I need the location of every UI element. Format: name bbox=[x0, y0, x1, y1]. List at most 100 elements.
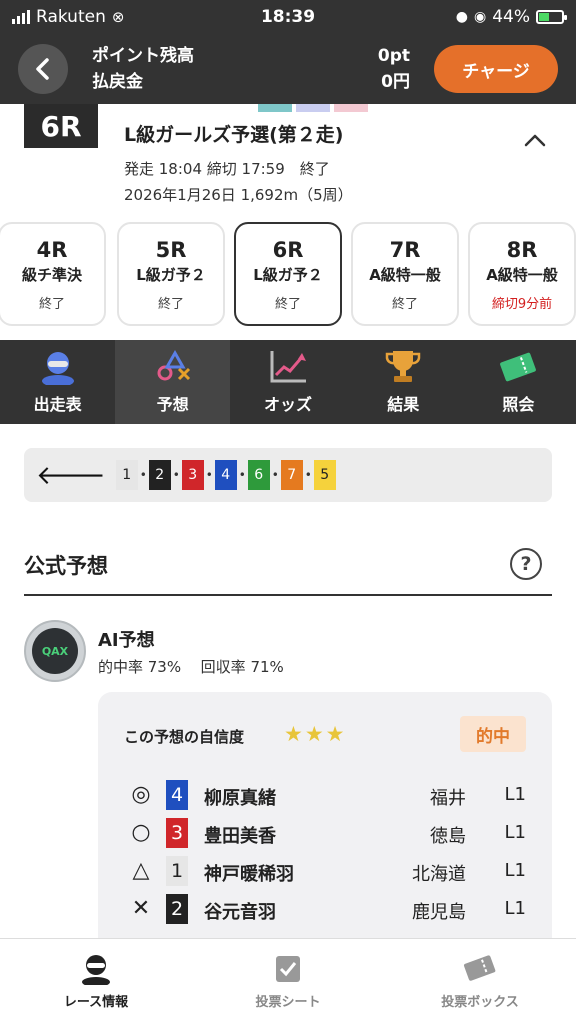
lineup: 1 • 2 • 3 • 4 • 6 • 7 • 5 bbox=[115, 460, 336, 490]
checkbox-icon bbox=[276, 956, 300, 982]
racer-name: 柳原真緒 bbox=[204, 788, 276, 809]
racer-prefecture: 福井 bbox=[430, 788, 466, 809]
nav-odds[interactable]: オッズ bbox=[230, 340, 345, 424]
racer-name: 谷元音羽 bbox=[204, 902, 276, 923]
user-icon: ● bbox=[455, 9, 468, 25]
section-title: 公式予想 bbox=[24, 554, 108, 578]
lineup-separator: • bbox=[172, 468, 180, 482]
prediction-row: ○ 3 豊田美香 徳島 L1 bbox=[98, 816, 552, 852]
race-number-badge: 6R bbox=[24, 104, 98, 148]
points-balance-value: 0pt bbox=[377, 46, 410, 66]
chevron-left-icon bbox=[36, 58, 49, 80]
lineup-bike-number: 7 bbox=[280, 460, 303, 490]
prediction-mark: ✕ bbox=[131, 896, 151, 921]
racer-icon bbox=[82, 955, 110, 985]
result-badge: 的中 bbox=[460, 716, 526, 752]
race-tab-number: 7R bbox=[389, 238, 421, 262]
balance-values: 0pt 0円 bbox=[378, 43, 410, 95]
battery-percent: 44% bbox=[492, 7, 530, 27]
bottom-tab-bar: レース情報 投票シート 投票ボックス bbox=[0, 938, 576, 1024]
race-tab-4r[interactable]: 4R 級チ準決 終了 bbox=[0, 222, 106, 326]
arrow-left-icon: 🡐 bbox=[36, 460, 106, 491]
link-icon: ⊗ bbox=[111, 8, 125, 26]
lineup-separator: • bbox=[205, 468, 213, 482]
rotation-lock-icon: ◉ bbox=[473, 9, 487, 25]
tab-bet-box-label: 投票ボックス bbox=[441, 995, 519, 1010]
carrier-name: Rakuten bbox=[36, 7, 106, 27]
bike-number: 2 bbox=[166, 894, 188, 924]
collapse-button[interactable] bbox=[524, 128, 546, 153]
nav-entries[interactable]: 出走表 bbox=[0, 340, 115, 424]
tab-race-info[interactable]: レース情報 bbox=[0, 939, 192, 1024]
race-title: L級ガールズ予選(第２走) bbox=[124, 124, 344, 146]
prediction-card: この予想の自信度 ★★★ 的中 ◎ 4 柳原真緒 福井 L1 ○ 3 豊田美香 徳島 L1 △ 1 神戸… bbox=[98, 692, 552, 952]
app-header: ポイント残高 払戻金 0pt 0円 チャージ bbox=[0, 34, 576, 104]
race-tab-status: 終了 bbox=[274, 297, 301, 312]
lineup-separator: • bbox=[139, 468, 147, 482]
lineup-bike-number: 3 bbox=[181, 460, 204, 490]
lineup-strip: 🡐 1 • 2 • 3 • 4 • 6 • 7 • 5 bbox=[24, 448, 552, 502]
racer-name: 神戸暖稀羽 bbox=[204, 864, 294, 885]
lineup-bike-number: 2 bbox=[148, 460, 171, 490]
status-left: Rakuten ⊗ bbox=[12, 7, 212, 27]
prediction-marks-icon bbox=[157, 349, 190, 381]
confidence-label: この予想の自信度 bbox=[124, 728, 245, 746]
chevron-up-icon bbox=[524, 134, 546, 147]
bike-number: 4 bbox=[166, 780, 188, 810]
race-tab-name: A級特一般 bbox=[486, 266, 558, 284]
race-tabs: 4R 級チ準決 終了 5R L級ガ予２ 終了 6R L級ガ予２ 終了 7R A級… bbox=[0, 218, 576, 334]
racer-class: L1 bbox=[504, 822, 526, 843]
refund-label: 払戻金 bbox=[92, 72, 143, 92]
tab-bet-sheet[interactable]: 投票シート bbox=[192, 939, 384, 1024]
nav-entries-label: 出走表 bbox=[33, 395, 82, 414]
tickets-icon bbox=[463, 955, 496, 981]
nav-inquiry-label: 照会 bbox=[502, 395, 535, 414]
lineup-bike-number: 1 bbox=[115, 460, 138, 490]
race-tab-5r[interactable]: 5R L級ガ予２ 終了 bbox=[117, 222, 225, 326]
help-icon[interactable]: ? bbox=[510, 548, 542, 580]
nav-prediction-label: 予想 bbox=[156, 395, 189, 414]
race-tab-status: 締切9分前 bbox=[491, 297, 553, 312]
racer-class: L1 bbox=[504, 898, 526, 919]
race-tab-number: 8R bbox=[506, 238, 538, 262]
nav-inquiry[interactable]: 照会 bbox=[461, 340, 576, 424]
race-tab-8r[interactable]: 8R A級特一般 締切9分前 bbox=[468, 222, 576, 326]
points-balance-label: ポイント残高 bbox=[92, 46, 194, 66]
trophy-icon bbox=[385, 351, 421, 382]
prediction-row: △ 1 神戸暖稀羽 北海道 L1 bbox=[98, 854, 552, 890]
ai-name: AI予想 bbox=[98, 630, 155, 651]
race-info: 6R L級ガールズ予選(第２走) 発走 18:04 締切 17:59 終了 20… bbox=[0, 104, 576, 214]
decoration-bar bbox=[258, 104, 292, 112]
race-tab-status: 終了 bbox=[157, 297, 184, 312]
bike-number: 1 bbox=[166, 856, 188, 886]
lineup-separator: • bbox=[238, 468, 246, 482]
signal-icon bbox=[12, 10, 30, 24]
race-tab-name: 級チ準決 bbox=[21, 266, 82, 284]
prediction-mark: ◎ bbox=[131, 782, 151, 807]
battery-icon bbox=[536, 10, 567, 24]
lineup-separator: • bbox=[304, 468, 312, 482]
race-date-distance: 2026年1月26日 1,692m（5周） bbox=[124, 186, 353, 204]
ai-return-rate: 回収率 71% bbox=[200, 658, 284, 676]
race-tab-number: 4R bbox=[36, 238, 68, 262]
race-tab-name: L級ガ予２ bbox=[136, 266, 206, 284]
ai-hit-rate: 的中率 73% bbox=[98, 658, 182, 676]
prediction-mark: ○ bbox=[131, 820, 151, 845]
ai-avatar: QAX bbox=[24, 620, 86, 682]
tab-bet-box[interactable]: 投票ボックス bbox=[384, 939, 576, 1024]
race-tab-6r[interactable]: 6R L級ガ予２ 終了 bbox=[234, 222, 342, 326]
racer-prefecture: 北海道 bbox=[412, 864, 466, 885]
nav-results[interactable]: 結果 bbox=[346, 340, 461, 424]
lineup-bike-number: 6 bbox=[247, 460, 270, 490]
race-times: 発走 18:04 締切 17:59 終了 bbox=[124, 160, 330, 178]
race-tab-status: 終了 bbox=[38, 297, 65, 312]
confidence-stars: ★★★ bbox=[284, 722, 347, 746]
nav-prediction[interactable]: 予想 bbox=[115, 340, 231, 424]
status-bar: Rakuten ⊗ 18:39 ● ◉ 44% bbox=[0, 0, 576, 34]
race-tab-7r[interactable]: 7R A級特一般 終了 bbox=[351, 222, 459, 326]
ai-stats: 的中率 73% 回収率 71% bbox=[98, 656, 284, 677]
back-button[interactable] bbox=[18, 44, 68, 94]
racer-name: 豊田美香 bbox=[204, 826, 276, 847]
race-tab-name: L級ガ予２ bbox=[253, 266, 323, 284]
charge-button[interactable]: チャージ bbox=[434, 45, 558, 93]
